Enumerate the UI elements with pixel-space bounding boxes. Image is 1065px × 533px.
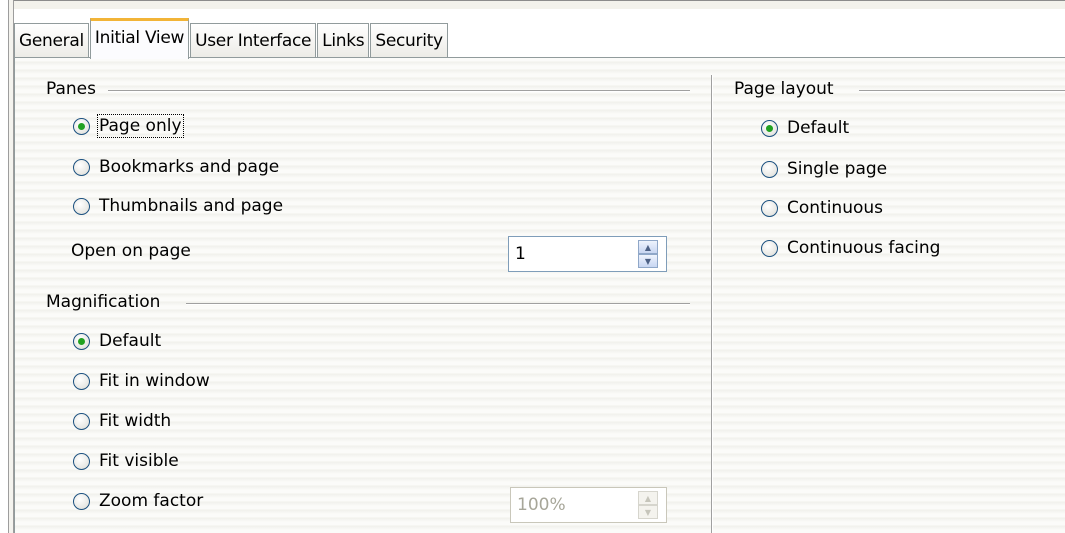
radio-continuous-facing[interactable]: Continuous facing <box>761 238 940 258</box>
tab-security[interactable]: Security <box>370 23 448 58</box>
magnification-divider <box>186 303 690 305</box>
radio-continuous[interactable]: Continuous <box>761 198 883 218</box>
radio-button[interactable] <box>73 452 90 470</box>
radio-button[interactable] <box>73 197 90 215</box>
radio-button[interactable] <box>761 119 778 137</box>
open-on-page-value[interactable]: 1 <box>509 244 638 264</box>
radio-button[interactable] <box>761 239 778 257</box>
tab-links[interactable]: Links <box>317 23 370 58</box>
open-on-page-label: Open on page <box>71 241 191 261</box>
zoom-factor-spinbox[interactable]: 100% ▲ ▼ <box>510 487 667 523</box>
spin-buttons: ▲ ▼ <box>638 240 658 268</box>
spin-up-icon[interactable]: ▲ <box>638 240 658 254</box>
radio-bookmarks-and-page[interactable]: Bookmarks and page <box>73 157 279 177</box>
spin-buttons: ▲ ▼ <box>638 491 658 519</box>
radio-label: Bookmarks and page <box>99 157 280 177</box>
radio-fit-width[interactable]: Fit width <box>73 411 171 431</box>
radio-label: Fit visible <box>99 451 179 471</box>
magnification-group-title: Magnification <box>46 292 161 312</box>
radio-mag-default[interactable]: Default <box>73 331 161 351</box>
radio-thumbnails-and-page[interactable]: Thumbnails and page <box>73 196 283 216</box>
radio-single-page[interactable]: Single page <box>761 159 887 179</box>
spin-down-icon[interactable]: ▼ <box>638 505 658 519</box>
zoom-factor-value[interactable]: 100% <box>511 495 638 515</box>
radio-label: Default <box>787 118 850 138</box>
radio-label: Default <box>99 331 162 351</box>
radio-page-only[interactable]: Page only <box>73 114 184 138</box>
radio-fit-in-window[interactable]: Fit in window <box>73 371 210 391</box>
radio-button[interactable] <box>73 412 90 430</box>
tab-general[interactable]: General <box>14 23 89 58</box>
radio-button[interactable] <box>73 117 90 135</box>
page-layout-divider <box>859 90 1065 92</box>
radio-label: Fit width <box>99 411 172 431</box>
radio-label: Single page <box>787 159 888 179</box>
pdf-options-dialog: General Initial View User Interface Link… <box>0 0 1065 533</box>
radio-button[interactable] <box>761 199 778 217</box>
radio-button[interactable] <box>761 160 778 178</box>
panes-divider <box>108 90 690 92</box>
radio-fit-visible[interactable]: Fit visible <box>73 451 179 471</box>
radio-label: Continuous facing <box>787 238 941 258</box>
radio-label: Thumbnails and page <box>99 196 284 216</box>
column-separator <box>711 75 713 533</box>
open-on-page-spinbox[interactable]: 1 ▲ ▼ <box>508 236 667 272</box>
tab-initial-view[interactable]: Initial View <box>89 18 190 59</box>
radio-label: Zoom factor <box>99 491 204 511</box>
radio-button[interactable] <box>73 492 90 510</box>
radio-layout-default[interactable]: Default <box>761 118 849 138</box>
tab-user-interface[interactable]: User Interface <box>190 23 317 58</box>
page-layout-group-title: Page layout <box>734 79 834 99</box>
radio-selected-dot <box>766 124 773 132</box>
radio-button[interactable] <box>73 372 90 390</box>
spin-down-icon[interactable]: ▼ <box>638 254 658 268</box>
radio-selected-dot <box>78 122 85 130</box>
radio-zoom-factor[interactable]: Zoom factor <box>73 491 203 511</box>
tab-bar: General Initial View User Interface Link… <box>14 10 449 59</box>
radio-label: Fit in window <box>99 371 210 391</box>
spin-up-icon[interactable]: ▲ <box>638 491 658 505</box>
radio-label: Continuous <box>787 198 884 218</box>
panes-group-title: Panes <box>46 79 96 99</box>
radio-selected-dot <box>78 337 85 345</box>
radio-button[interactable] <box>73 158 90 176</box>
radio-label: Page only <box>97 114 184 138</box>
dialog-top-edge <box>12 0 1065 9</box>
radio-button[interactable] <box>73 332 90 350</box>
